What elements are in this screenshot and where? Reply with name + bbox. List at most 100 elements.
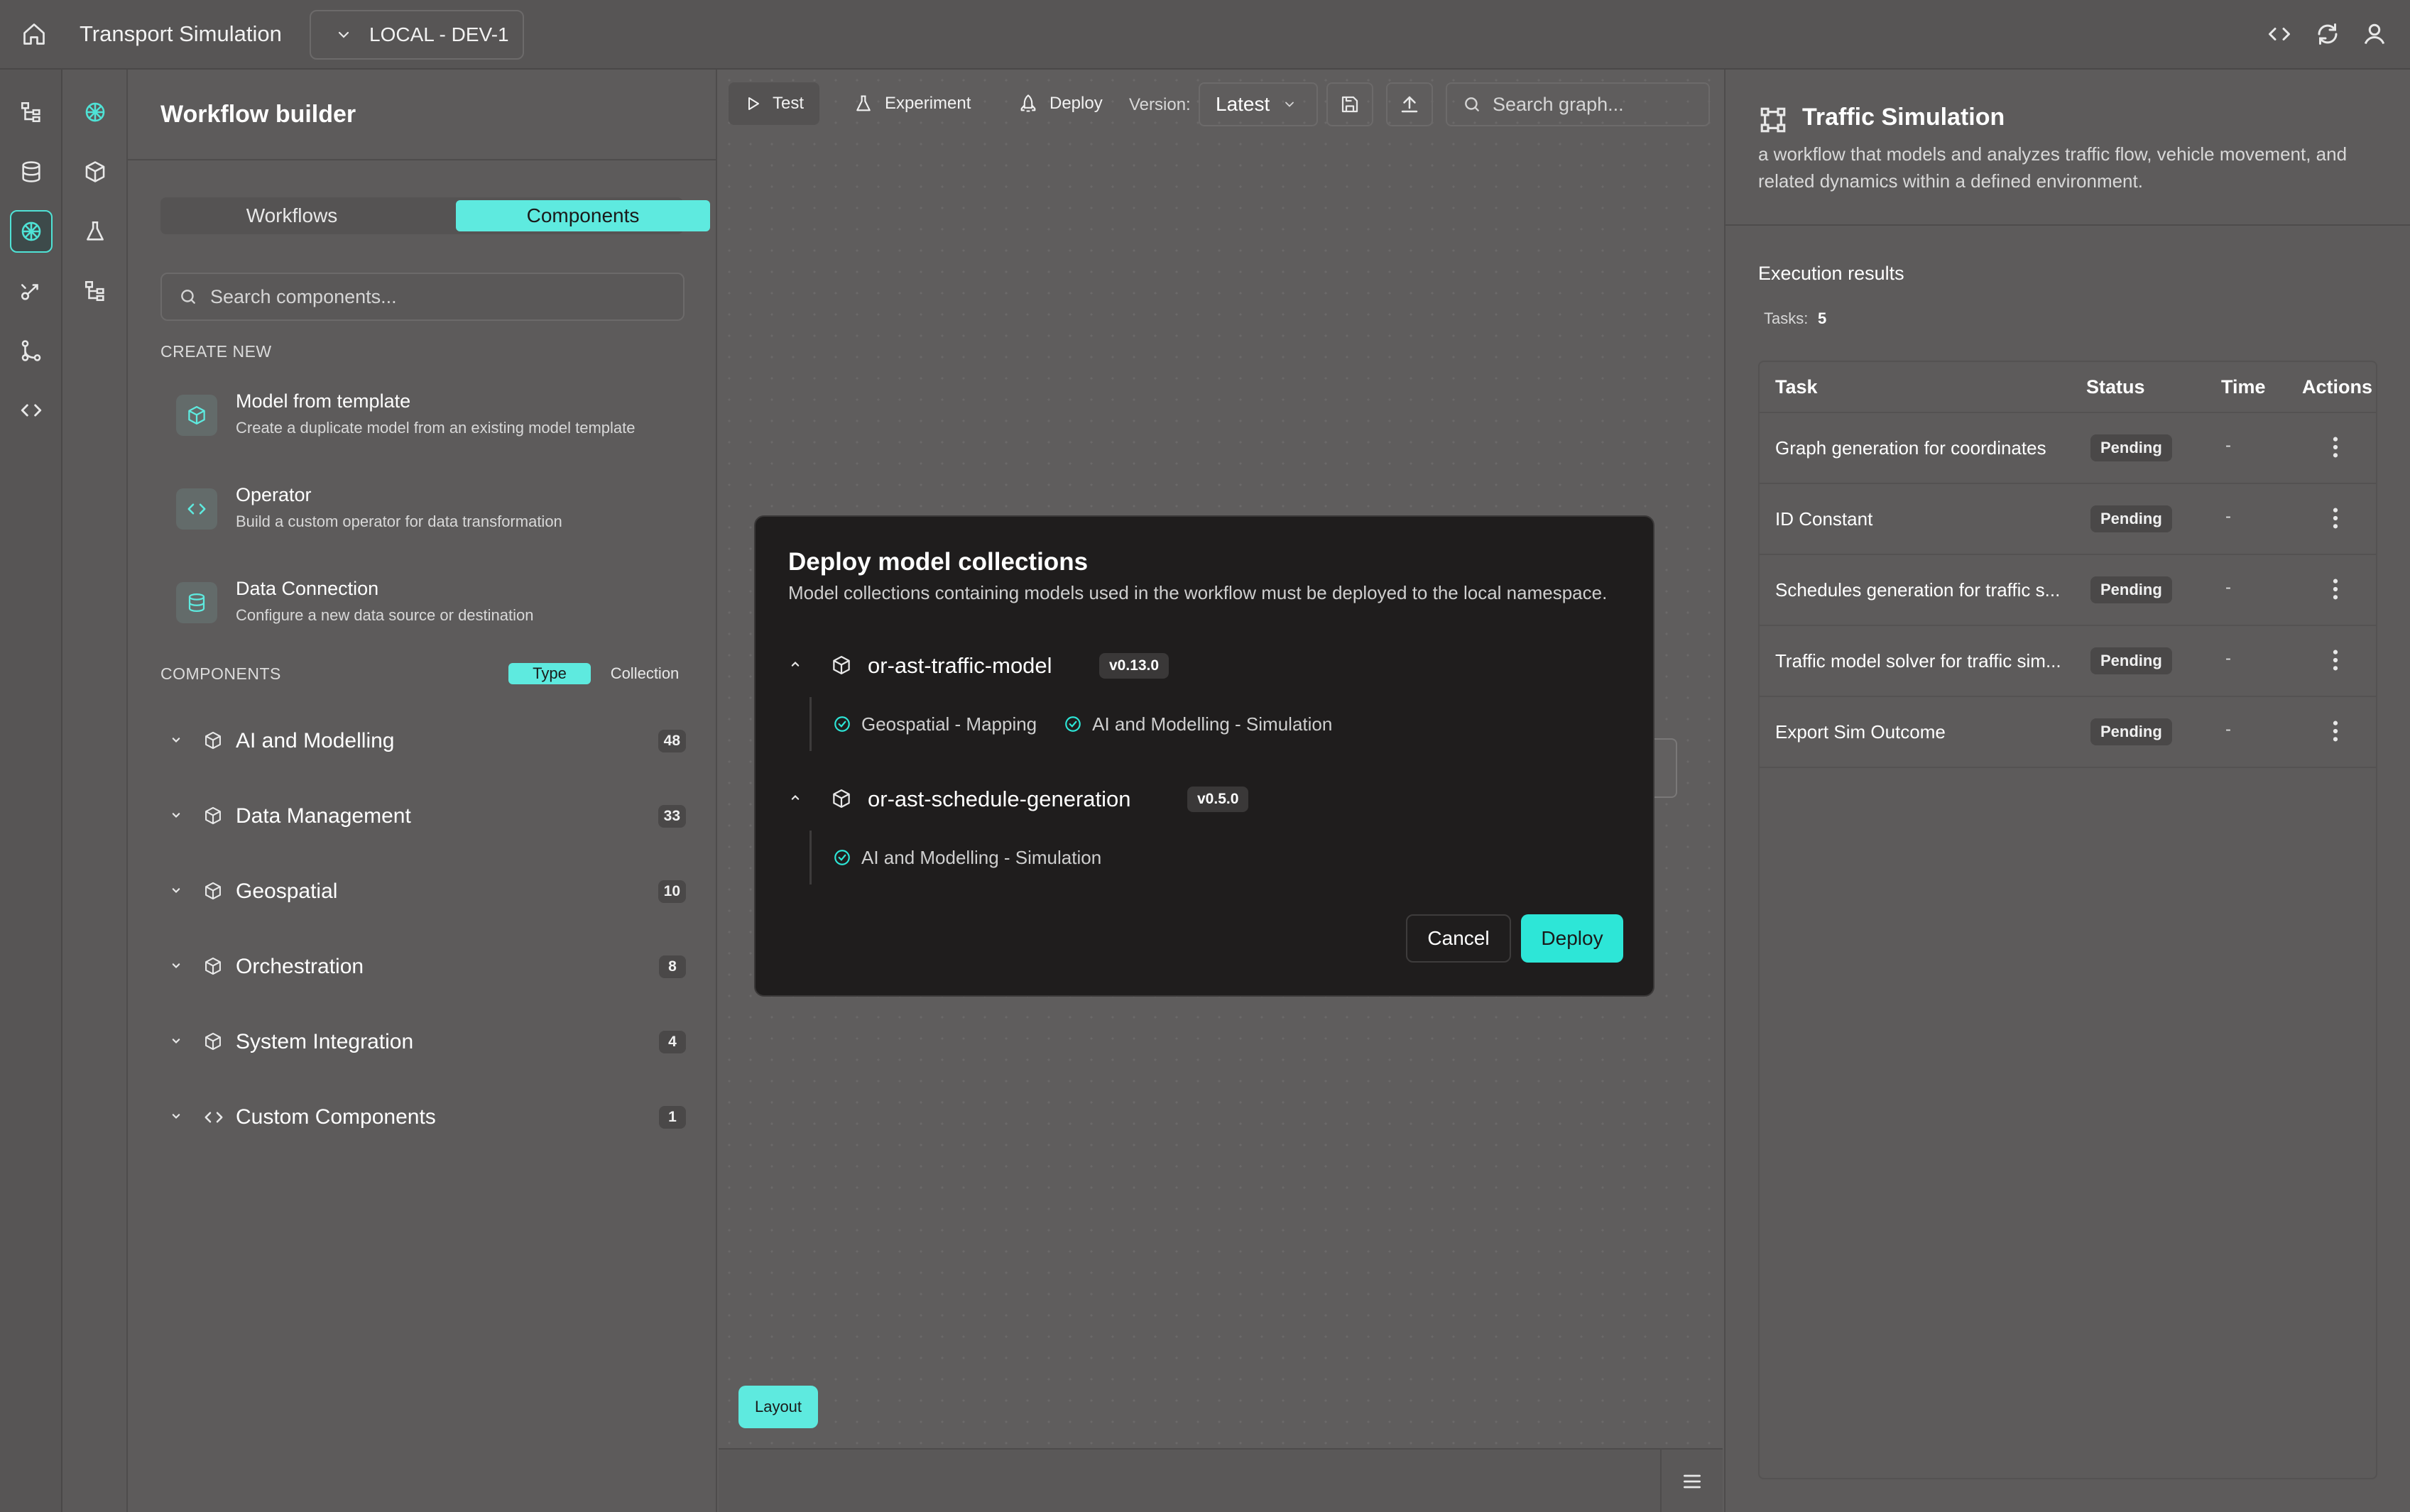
category-custom-components[interactable]: Custom Components 1 (160, 1092, 686, 1141)
workflow-icon (1758, 105, 1788, 135)
hierarchy-icon[interactable] (10, 91, 53, 133)
category-data-management[interactable]: Data Management 33 (160, 791, 686, 840)
check-circle-icon (1064, 715, 1082, 733)
workflow-title: Traffic Simulation (1802, 104, 2005, 131)
category-ai-and-modelling[interactable]: AI and Modelling 48 (160, 716, 686, 765)
create-operator[interactable]: Operator Build a custom operator for dat… (176, 480, 702, 551)
primary-nav-rail (0, 70, 62, 1512)
save-button[interactable] (1326, 82, 1373, 126)
experiment-button[interactable]: Experiment (838, 82, 986, 125)
task-time: - (2225, 507, 2231, 526)
column-header-status: Status (2086, 376, 2145, 398)
more-vertical-icon[interactable] (2325, 503, 2346, 534)
tab-workflows[interactable]: Workflows (160, 197, 423, 234)
git-branch-icon[interactable] (10, 329, 53, 372)
column-header-task: Task (1775, 376, 1818, 398)
connector-icon[interactable] (10, 270, 53, 312)
group-by-collection-button[interactable]: Collection (601, 663, 689, 684)
collection-version-badge: v0.13.0 (1099, 653, 1169, 679)
user-icon[interactable] (2360, 20, 2389, 48)
column-header-actions: Actions (2302, 376, 2373, 398)
cube-icon (831, 654, 852, 676)
status-badge: Pending (2090, 434, 2172, 461)
deploy-toolbar-button[interactable]: Deploy (1003, 82, 1118, 125)
create-model-from-template[interactable]: Model from template Create a duplicate m… (176, 386, 702, 457)
database-icon[interactable] (10, 150, 53, 193)
flask-icon[interactable] (74, 210, 116, 253)
chevron-down-icon (1282, 97, 1297, 111)
cancel-button[interactable]: Cancel (1406, 914, 1511, 963)
test-button[interactable]: Test (729, 82, 820, 125)
panel-title: Workflow builder (160, 101, 356, 128)
task-name: Traffic model solver for traffic sim... (1775, 650, 2061, 672)
group-by-type-button[interactable]: Type (508, 663, 591, 684)
category-count: 48 (658, 730, 686, 752)
status-badge: Pending (2090, 576, 2172, 603)
version-select[interactable]: Latest (1199, 82, 1318, 126)
graph-search (1446, 82, 1710, 126)
workflow-node[interactable] (1654, 738, 1677, 798)
component-search (160, 273, 685, 321)
code-icon[interactable] (2265, 20, 2294, 48)
layout-button[interactable]: Layout (738, 1386, 818, 1428)
execution-results-title: Execution results (1758, 263, 1904, 284)
cube-icon[interactable] (74, 150, 116, 193)
tag: AI and Modelling - Simulation (1064, 713, 1332, 735)
collection-header[interactable]: or-ast-traffic-model v0.13.0 (788, 647, 1356, 683)
cube-icon (203, 730, 223, 750)
collection-tags: Geospatial - Mapping AI and Modelling - … (809, 697, 1345, 751)
table-row: ID Constant Pending - (1760, 484, 2376, 555)
more-vertical-icon[interactable] (2325, 432, 2346, 463)
task-name: ID Constant (1775, 508, 1873, 530)
task-time: - (2225, 720, 2231, 739)
code-icon[interactable] (10, 389, 53, 432)
category-label: Data Management (236, 804, 411, 828)
play-icon (744, 95, 761, 112)
graph-search-input[interactable] (1493, 93, 1706, 116)
deploy-button[interactable]: Deploy (1521, 914, 1623, 963)
dialog-title: Deploy model collections (788, 548, 1089, 576)
more-vertical-icon[interactable] (2325, 574, 2346, 605)
category-orchestration[interactable]: Orchestration 8 (160, 941, 686, 991)
category-label: Orchestration (236, 955, 364, 978)
category-geospatial[interactable]: Geospatial 10 (160, 866, 686, 916)
collection-header[interactable]: or-ast-schedule-generation v0.5.0 (788, 781, 1356, 816)
create-data-connection[interactable]: Data Connection Configure a new data sou… (176, 574, 702, 645)
upload-button[interactable] (1386, 82, 1433, 126)
menu-button[interactable] (1660, 1450, 1723, 1512)
search-icon (1463, 95, 1481, 114)
brain-icon[interactable] (10, 210, 53, 253)
tab-components[interactable]: Components (456, 200, 710, 231)
deploy-model-collections-dialog: Deploy model collections Model collectio… (754, 515, 1654, 997)
code-icon (176, 488, 217, 530)
database-icon (176, 582, 217, 623)
chevron-down-icon (169, 958, 183, 973)
more-vertical-icon[interactable] (2325, 716, 2346, 747)
environment-select[interactable]: LOCAL - DEV-1 (310, 10, 524, 60)
status-badge: Pending (2090, 718, 2172, 745)
components-label: COMPONENTS (160, 664, 281, 683)
category-system-integration[interactable]: System Integration 4 (160, 1017, 686, 1066)
check-circle-icon (833, 848, 851, 867)
component-search-input[interactable] (210, 285, 665, 308)
status-badge: Pending (2090, 505, 2172, 532)
collection-version-badge: v0.5.0 (1187, 787, 1249, 812)
refresh-icon[interactable] (2313, 20, 2342, 48)
create-new-label: CREATE NEW (160, 342, 272, 361)
rocket-icon (1018, 94, 1038, 114)
more-vertical-icon[interactable] (2325, 645, 2346, 676)
task-name: Export Sim Outcome (1775, 721, 1946, 743)
version-value: Latest (1216, 93, 1270, 115)
chevron-up-icon (788, 657, 802, 672)
chevron-down-icon (169, 733, 183, 747)
create-item-description: Build a custom operator for data transfo… (236, 513, 562, 530)
hierarchy-icon[interactable] (74, 270, 116, 312)
brain-icon[interactable] (74, 91, 116, 133)
tag-label: AI and Modelling - Simulation (861, 846, 1102, 868)
cube-icon (203, 881, 223, 901)
tasks-count: 5 (1818, 309, 1827, 327)
workflow-builder-panel: Workflow builder Workflows Components CR… (128, 70, 717, 1512)
divider (1725, 224, 2410, 226)
category-count: 1 (659, 1106, 686, 1129)
home-icon[interactable] (20, 20, 48, 48)
